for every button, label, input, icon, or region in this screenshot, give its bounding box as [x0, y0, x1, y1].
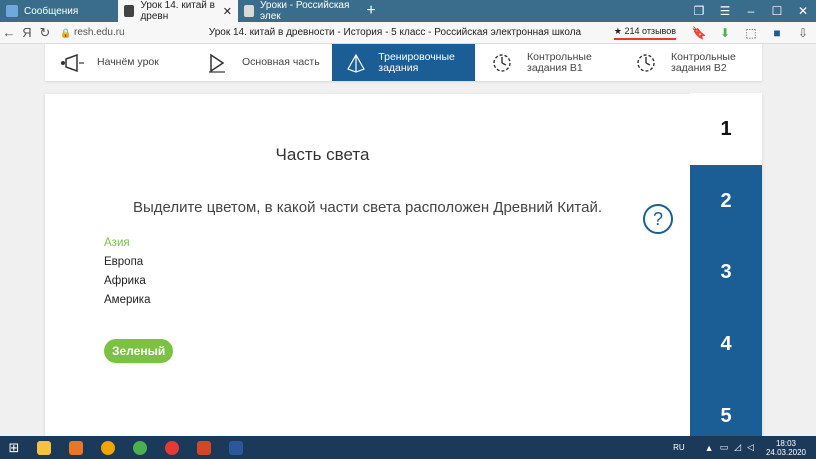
nav-control-b1[interactable]: Контрольные задания В1 — [475, 44, 619, 81]
chrome-icon[interactable] — [124, 436, 156, 459]
timer-icon — [631, 52, 661, 74]
battery-icon[interactable]: ▭ — [720, 442, 729, 453]
bookmark-icon[interactable]: 🔖 — [686, 26, 712, 40]
tab-messages[interactable]: Сообщения — [0, 0, 118, 22]
nav-start-lesson[interactable]: Начнём урок — [45, 44, 190, 81]
tabs-icon[interactable]: ❐ — [686, 0, 712, 22]
back-icon[interactable]: ← — [0, 25, 18, 40]
browser-tab-bar: Сообщения Урок 14. китай в древн ✕ Уроки… — [0, 0, 816, 22]
option-europe[interactable]: Европа — [104, 256, 143, 268]
maximize-icon[interactable]: ☐ — [764, 0, 790, 22]
nav-label: Основная часть — [242, 56, 320, 68]
lesson-nav: Начнём урок Основная часть Тренировочные… — [45, 44, 762, 81]
clock-time: 18:03 — [775, 438, 796, 448]
start-button[interactable]: ⊞ — [0, 440, 28, 456]
resh-favicon-icon — [244, 5, 254, 17]
nav-label: Начнём урок — [97, 56, 159, 68]
yandex-icon[interactable]: Я — [18, 25, 36, 40]
address-bar: ← Я ↻ 🔒 resh.edu.ru Урок 14. китай в дре… — [0, 22, 816, 44]
speaker-icon — [57, 52, 87, 74]
minimize-icon[interactable]: – — [738, 0, 764, 22]
volume-icon[interactable]: ◁ — [747, 442, 754, 453]
protect-icon[interactable]: ⬚ — [738, 26, 764, 40]
messages-favicon-icon — [6, 5, 18, 17]
tab-label: Урок 14. китай в древн — [140, 0, 215, 22]
step-4[interactable]: 4 — [690, 308, 762, 380]
lock-icon: 🔒 — [60, 27, 72, 38]
close-window-icon[interactable]: ✕ — [790, 0, 816, 22]
step-list: 1 2 3 4 5 — [690, 93, 762, 452]
nav-control-b2[interactable]: Контрольные задания В2 — [619, 44, 762, 81]
system-tray: RU ▲ ▭ ◿ ◁ 18:03 24.03.2020 — [673, 439, 816, 457]
word-icon[interactable] — [220, 436, 252, 459]
network-icon[interactable]: ◿ — [734, 442, 741, 453]
nav-label: Тренировочные задания — [378, 50, 455, 74]
resh-favicon-icon — [124, 5, 135, 17]
yandex-browser-icon[interactable] — [156, 436, 188, 459]
explorer-icon[interactable] — [28, 436, 60, 459]
question-text: Выделите цветом, в какой части света рас… — [132, 199, 603, 216]
media-player-icon[interactable] — [60, 436, 92, 459]
url-field[interactable]: resh.edu.ru — [74, 27, 184, 38]
page-title: Урок 14. китай в древности - История - 5… — [208, 27, 582, 38]
nav-label: Контрольные задания В2 — [671, 50, 736, 74]
reload-icon[interactable]: ↻ — [36, 25, 54, 41]
clock-date: 24.03.2020 — [765, 447, 806, 457]
tab-label: Сообщения — [24, 5, 79, 17]
new-tab-button[interactable]: + — [360, 0, 382, 22]
tab-label: Уроки - Российская элек — [260, 0, 350, 22]
nav-main-part[interactable]: Основная часть — [190, 44, 332, 81]
powerpoint-icon[interactable] — [188, 436, 220, 459]
window-controls: ❐ ☰ – ☐ ✕ — [686, 0, 816, 22]
step-1[interactable]: 1 — [690, 93, 762, 165]
reviews-badge[interactable]: ★ 214 отзывов — [613, 26, 676, 40]
pyramid-icon — [344, 52, 368, 74]
color-green-button[interactable]: Зеленый — [104, 339, 174, 363]
nav-label: Контрольные задания В1 — [527, 50, 592, 74]
nav-training-tasks[interactable]: Тренировочные задания — [332, 44, 475, 81]
downloads-icon[interactable]: ⇩ — [790, 26, 816, 40]
tray-arrow-icon[interactable]: ▲ — [705, 443, 714, 453]
timer-icon — [487, 52, 517, 74]
close-tab-icon[interactable]: ✕ — [223, 5, 232, 18]
clock[interactable]: 18:03 24.03.2020 — [766, 439, 806, 457]
option-africa[interactable]: Африка — [104, 275, 146, 287]
language-indicator[interactable]: RU — [673, 443, 685, 452]
play-icon — [202, 52, 232, 74]
tab-lessons[interactable]: Уроки - Российская элек — [238, 0, 360, 22]
taskbar: ⊞ RU ▲ ▭ ◿ ◁ 18:03 24.03.2020 — [0, 436, 816, 459]
extension-icon[interactable]: ■ — [764, 26, 790, 40]
tab-lesson[interactable]: Урок 14. китай в древн ✕ — [118, 0, 238, 22]
question-title: Часть света — [275, 145, 370, 164]
option-america[interactable]: Америка — [104, 294, 150, 306]
step-2[interactable]: 2 — [690, 165, 762, 237]
avast-icon[interactable] — [92, 436, 124, 459]
option-asia[interactable]: Азия — [104, 237, 130, 249]
menu-icon[interactable]: ☰ — [712, 0, 738, 22]
step-3[interactable]: 3 — [690, 236, 762, 308]
download-icon[interactable]: ⬇ — [712, 26, 738, 40]
help-button[interactable]: ? — [643, 204, 673, 234]
